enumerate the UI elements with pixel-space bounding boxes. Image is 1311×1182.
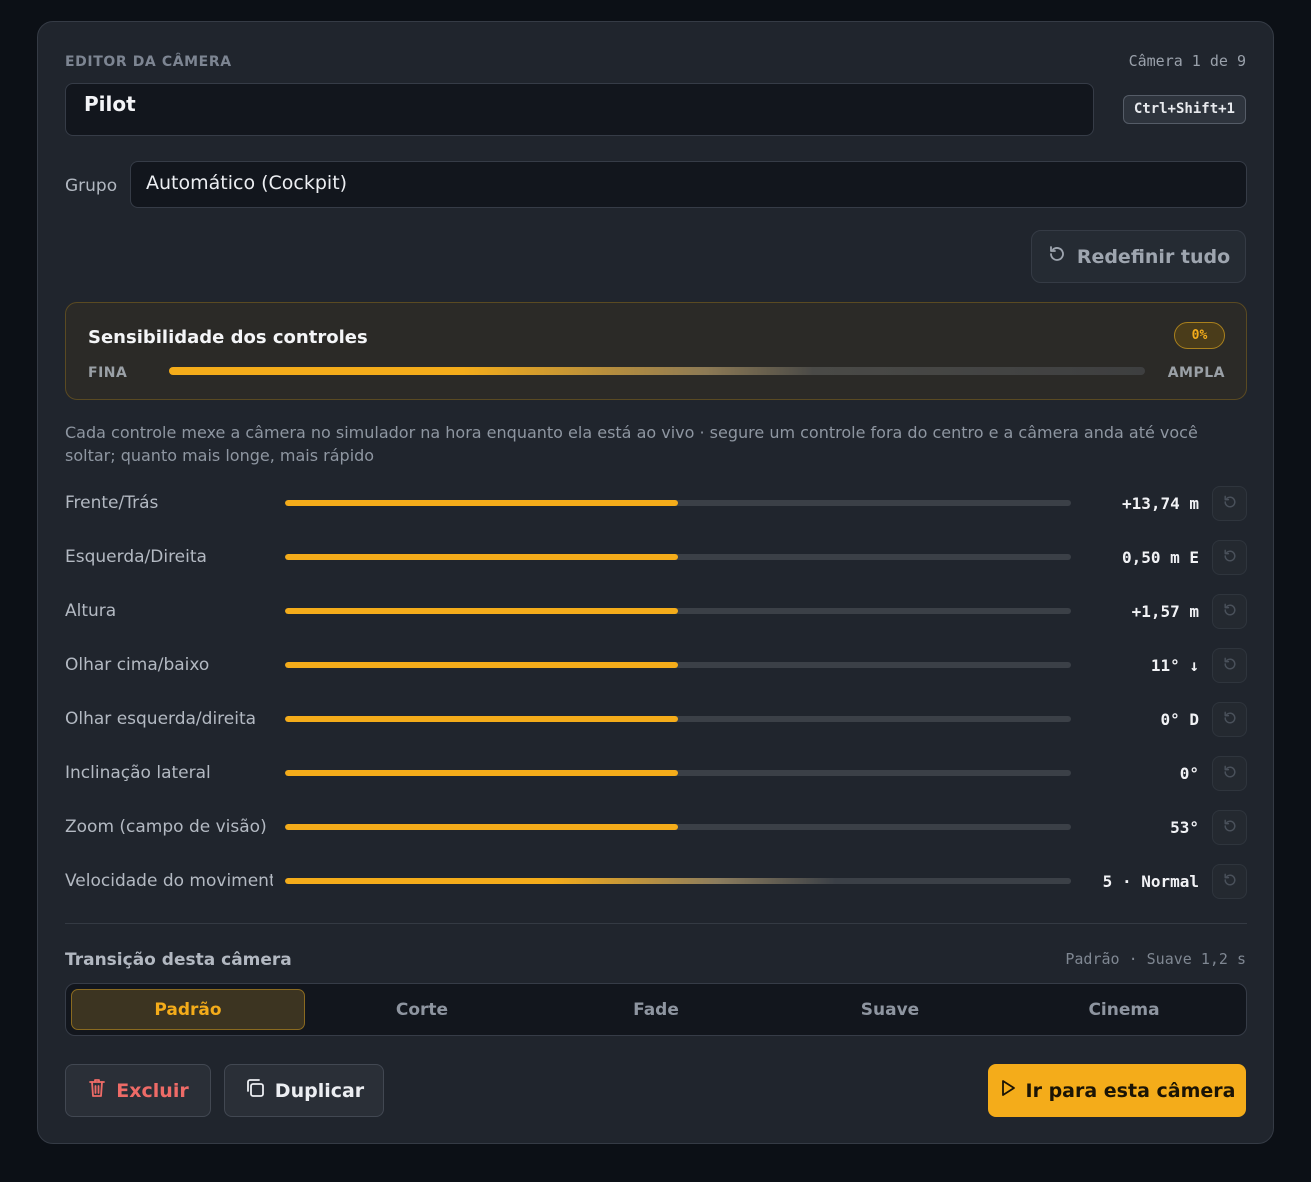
control-slider[interactable] — [285, 716, 1071, 722]
control-label: Inclinação lateral — [65, 763, 211, 783]
control-row: Altura +1,57 m — [65, 592, 1247, 632]
control-slider-fill — [285, 770, 678, 776]
transition-summary: Padrão · Suave 1,2 s — [1065, 950, 1246, 968]
control-slider[interactable] — [285, 500, 1071, 506]
control-value: 0° — [1179, 764, 1199, 783]
duplicate-button[interactable]: Duplicar — [224, 1064, 384, 1117]
reset-icon — [1222, 548, 1238, 568]
editor-eyebrow: EDITOR DA CÂMERA — [65, 54, 232, 70]
control-slider[interactable] — [285, 770, 1071, 776]
sensitivity-slider-fill — [169, 367, 1145, 375]
section-divider — [65, 923, 1247, 924]
control-value: 0,50 m E — [1121, 548, 1199, 567]
duplicate-label: Duplicar — [274, 1079, 365, 1102]
control-slider-fill — [285, 500, 678, 506]
control-slider-fill — [285, 878, 1071, 884]
group-select[interactable]: Automático (Cockpit) — [130, 161, 1247, 208]
reset-icon — [1222, 764, 1238, 784]
copy-icon — [244, 1077, 266, 1104]
control-label: Olhar esquerda/direita — [65, 709, 257, 729]
reset-icon — [1222, 656, 1238, 676]
camera-editor-panel: EDITOR DA CÂMERA Câmera 1 de 9 Pilot Ctr… — [37, 21, 1274, 1144]
reset-icon — [1222, 494, 1238, 514]
transition-option[interactable]: Cinema — [1007, 989, 1241, 1030]
transition-title: Transição desta câmera — [65, 950, 292, 970]
control-slider-fill — [285, 662, 678, 668]
trash-icon — [87, 1077, 107, 1104]
control-label: Zoom (campo de visão) — [65, 817, 267, 837]
control-label: Esquerda/Direita — [65, 547, 207, 567]
control-slider[interactable] — [285, 824, 1071, 830]
play-icon — [999, 1078, 1017, 1103]
control-label: Olhar cima/baixo — [65, 655, 210, 675]
sensitivity-min-label: FINA — [88, 365, 128, 381]
control-row: Frente/Trás +13,74 m — [65, 484, 1247, 524]
control-reset-button[interactable] — [1212, 756, 1247, 791]
group-label: Grupo — [65, 176, 118, 196]
sensitivity-badge: 0% — [1174, 322, 1225, 349]
control-reset-button[interactable] — [1212, 486, 1247, 521]
control-slider-fill — [285, 554, 678, 560]
help-text: Cada controle mexe a câmera no simulador… — [65, 423, 1198, 465]
shortcut-badge: Ctrl+Shift+1 — [1122, 95, 1246, 124]
control-slider[interactable] — [285, 878, 1071, 884]
control-row: Olhar cima/baixo 11° ↓ — [65, 646, 1247, 686]
transition-segmented-control: Padrão Corte Fade Suave Cinema — [65, 983, 1247, 1036]
control-row: Olhar esquerda/direita 0° D — [65, 700, 1247, 740]
control-slider[interactable] — [285, 608, 1071, 614]
control-label: Frente/Trás — [65, 493, 159, 513]
control-slider-fill — [285, 608, 678, 614]
control-reset-button[interactable] — [1212, 648, 1247, 683]
sensitivity-card: Sensibilidade dos controles 0% FINA AMPL… — [65, 302, 1247, 400]
control-reset-button[interactable] — [1212, 540, 1247, 575]
control-row: Zoom (campo de visão) 53° — [65, 808, 1247, 848]
control-value: 53° — [1170, 818, 1199, 837]
camera-counter: Câmera 1 de 9 — [1128, 52, 1246, 70]
sensitivity-slider[interactable] — [169, 367, 1145, 375]
transition-option[interactable]: Padrão — [71, 989, 305, 1030]
control-row: Esquerda/Direita 0,50 m E — [65, 538, 1247, 578]
reset-icon — [1222, 818, 1238, 838]
transition-option[interactable]: Fade — [539, 989, 773, 1030]
sensitivity-max-label: AMPLA — [1167, 365, 1225, 381]
transition-option[interactable]: Corte — [305, 989, 539, 1030]
control-slider[interactable] — [285, 554, 1071, 560]
go-to-camera-label: Ir para esta câmera — [1025, 1079, 1236, 1102]
delete-button[interactable]: Excluir — [65, 1064, 211, 1117]
reset-icon — [1222, 710, 1238, 730]
reset-all-button[interactable]: Redefinir tudo — [1031, 230, 1246, 283]
control-reset-button[interactable] — [1212, 810, 1247, 845]
sensitivity-title: Sensibilidade dos controles — [88, 327, 368, 348]
control-value: +1,57 m — [1131, 602, 1199, 621]
control-slider-fill — [285, 824, 678, 830]
control-value: +13,74 m — [1121, 494, 1199, 513]
control-label: Velocidade do movimento — [65, 871, 273, 891]
control-slider-fill — [285, 716, 678, 722]
control-label: Altura — [65, 601, 117, 621]
control-value: 11° ↓ — [1150, 656, 1199, 675]
control-value: 5 · Normal — [1102, 872, 1199, 891]
transition-option[interactable]: Suave — [773, 989, 1007, 1030]
delete-label: Excluir — [116, 1079, 189, 1102]
control-row: Velocidade do movimento 5 · Normal — [65, 862, 1247, 902]
control-reset-button[interactable] — [1212, 702, 1247, 737]
go-to-camera-button[interactable]: Ir para esta câmera — [988, 1064, 1246, 1117]
reset-icon — [1047, 244, 1067, 269]
reset-all-label: Redefinir tudo — [1076, 245, 1231, 268]
camera-name-input[interactable]: Pilot — [65, 83, 1094, 136]
reset-icon — [1222, 872, 1238, 892]
control-row: Inclinação lateral 0° — [65, 754, 1247, 794]
reset-icon — [1222, 602, 1238, 622]
control-reset-button[interactable] — [1212, 594, 1247, 629]
control-value: 0° D — [1160, 710, 1199, 729]
control-slider[interactable] — [285, 662, 1071, 668]
control-reset-button[interactable] — [1212, 864, 1247, 899]
